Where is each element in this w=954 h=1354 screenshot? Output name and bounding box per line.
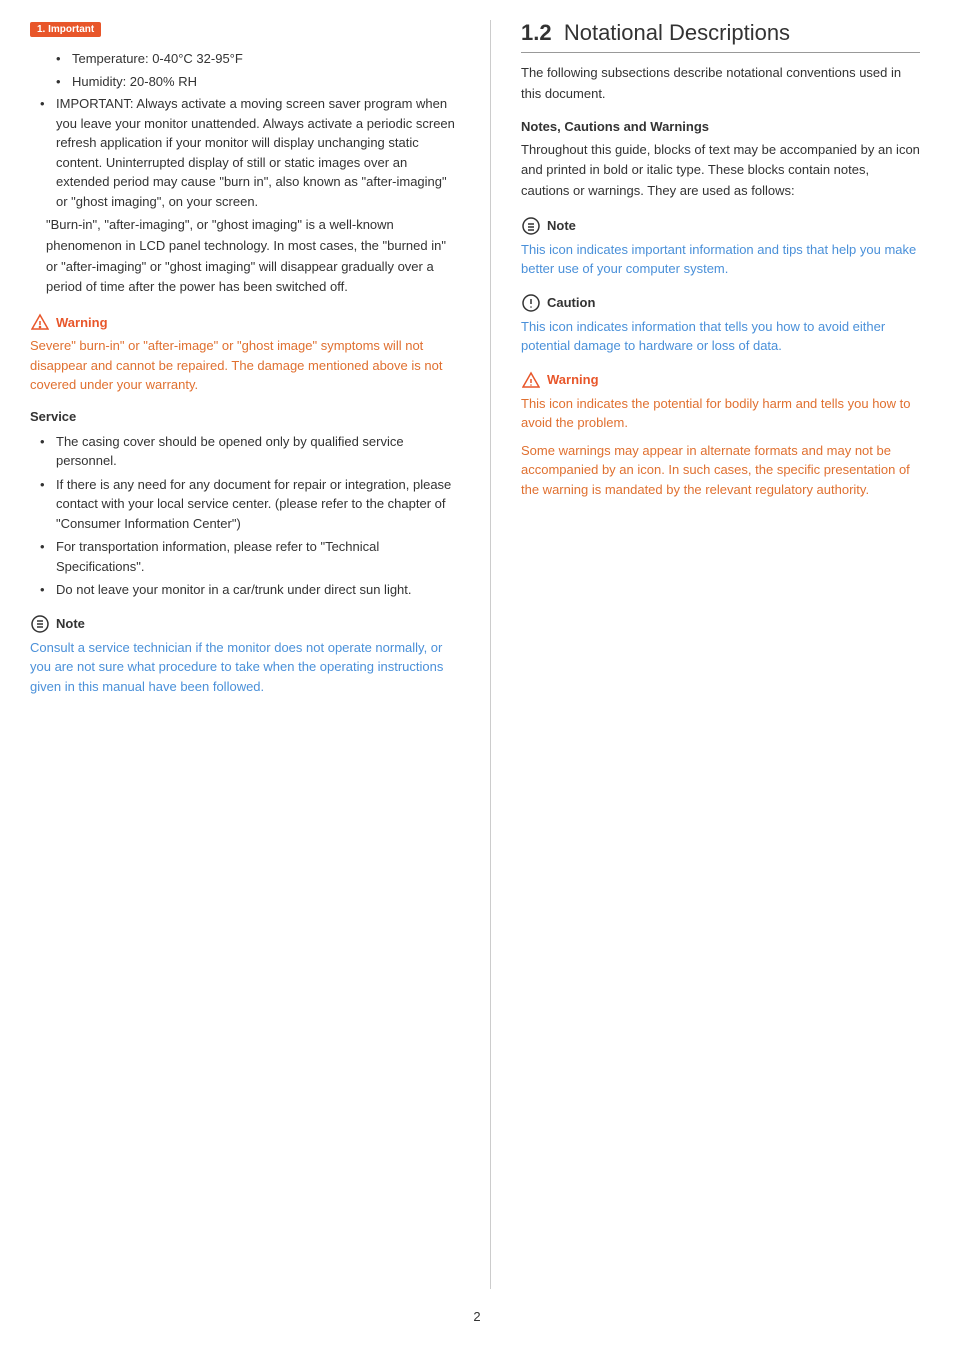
note-label-right: Note [547, 218, 576, 233]
warning-header-1: Warning [30, 312, 460, 332]
warning-text-right-1: This icon indicates the potential for bo… [521, 394, 920, 433]
page: 1. Important Temperature: 0-40°C 32-95°F… [0, 0, 954, 1354]
caution-text: This icon indicates information that tel… [521, 317, 920, 356]
note-block-right: Note This icon indicates important infor… [521, 216, 920, 279]
list-item: The casing cover should be opened only b… [40, 432, 460, 471]
list-item: IMPORTANT: Always activate a moving scre… [40, 94, 460, 211]
note-label-1: Note [56, 616, 85, 631]
section-number: 1.2 [521, 20, 552, 45]
intro-text: The following subsections describe notat… [521, 63, 920, 105]
list-item: Temperature: 0-40°C 32-95°F [56, 49, 460, 69]
service-heading: Service [30, 409, 460, 424]
warning-text-1: Severe" burn-in" or "after-image" or "gh… [30, 336, 460, 395]
warning-block-1: Warning Severe" burn-in" or "after-image… [30, 312, 460, 395]
page-number: 2 [0, 1309, 954, 1324]
note-icon-right [521, 216, 541, 236]
service-list: The casing cover should be opened only b… [30, 432, 460, 600]
note-header-1: Note [30, 614, 460, 634]
content-area: 1. Important Temperature: 0-40°C 32-95°F… [0, 20, 954, 1289]
important-text2: "Burn-in", "after-imaging", or "ghost im… [46, 217, 446, 294]
right-column: 1.2 Notational Descriptions The followin… [490, 20, 920, 1289]
note-icon-1 [30, 614, 50, 634]
warning-text-right-2: Some warnings may appear in alternate fo… [521, 441, 920, 500]
warning-icon-right [521, 370, 541, 390]
subsection-text: Throughout this guide, blocks of text ma… [521, 140, 920, 202]
warning-icon-1 [30, 312, 50, 332]
caution-label: Caution [547, 295, 595, 310]
subsection-heading: Notes, Cautions and Warnings [521, 119, 920, 134]
caution-icon [521, 293, 541, 313]
warning-header-right: Warning [521, 370, 920, 390]
section-heading: 1.2 Notational Descriptions [521, 20, 920, 53]
warning-label-right: Warning [547, 372, 599, 387]
caution-block: Caution This icon indicates information … [521, 293, 920, 356]
sub-bullet-list: Temperature: 0-40°C 32-95°F Humidity: 20… [30, 49, 460, 91]
warning-label-1: Warning [56, 315, 108, 330]
important-text: IMPORTANT: Always activate a moving scre… [56, 96, 455, 209]
list-item: For transportation information, please r… [40, 537, 460, 576]
indent-block: "Burn-in", "after-imaging", or "ghost im… [46, 215, 460, 298]
list-item: Do not leave your monitor in a car/trunk… [40, 580, 460, 600]
warning-block-right: Warning This icon indicates the potentia… [521, 370, 920, 500]
note-text-1: Consult a service technician if the moni… [30, 638, 460, 697]
section-title: Notational Descriptions [564, 20, 790, 45]
note-text-right: This icon indicates important informatio… [521, 240, 920, 279]
left-column: 1. Important Temperature: 0-40°C 32-95°F… [30, 20, 460, 1289]
list-item: If there is any need for any document fo… [40, 475, 460, 534]
list-item: Humidity: 20-80% RH [56, 72, 460, 92]
note-block-1: Note Consult a service technician if the… [30, 614, 460, 697]
note-header-right: Note [521, 216, 920, 236]
important-list: IMPORTANT: Always activate a moving scre… [30, 94, 460, 211]
caution-header: Caution [521, 293, 920, 313]
tab-badge: 1. Important [30, 22, 101, 37]
